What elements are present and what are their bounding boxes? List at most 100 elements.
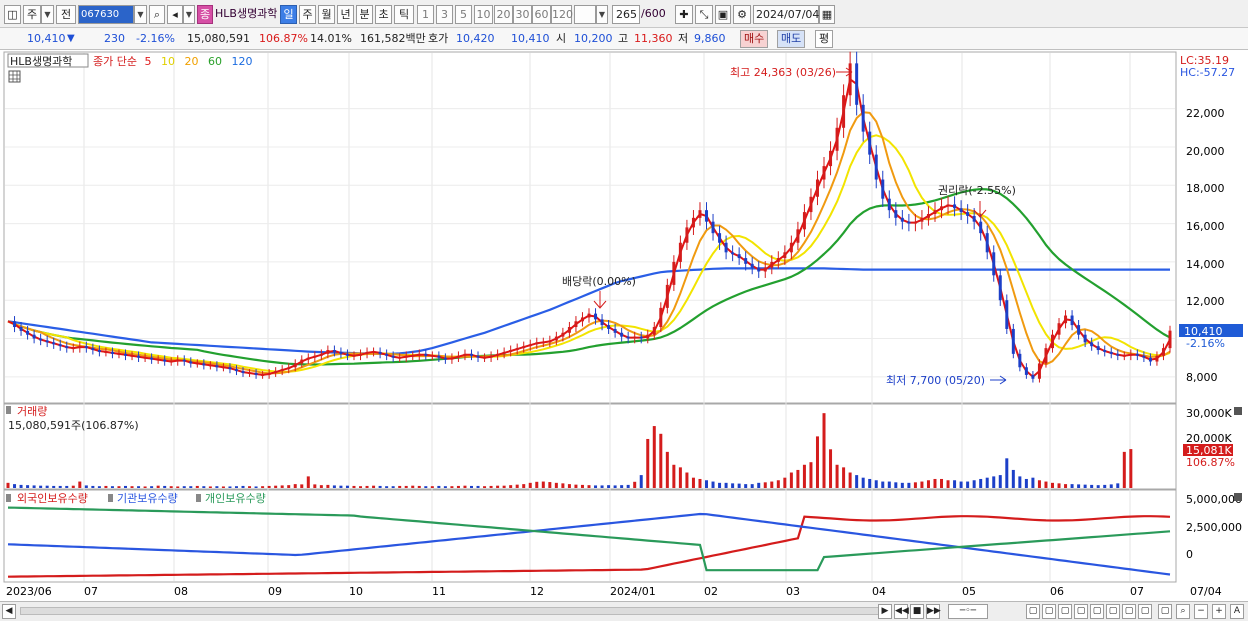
- period-tick-button[interactable]: 틱: [394, 5, 414, 24]
- candle-body: [117, 353, 121, 355]
- search-icon[interactable]: ⌕: [149, 5, 165, 24]
- speaker-icon[interactable]: ◂: [167, 5, 183, 24]
- candle-body: [208, 365, 212, 367]
- scroll-right-icon[interactable]: ▶: [878, 604, 892, 619]
- candle-body: [646, 334, 650, 339]
- period-type-dropdown-icon[interactable]: ▼: [41, 5, 54, 24]
- scroll-track[interactable]: [20, 607, 880, 615]
- volume-bar: [489, 485, 493, 488]
- holdings-panel-marker: [6, 494, 11, 502]
- volume-bar: [241, 485, 245, 488]
- view-mode-5-icon[interactable]: ▢: [1090, 604, 1104, 619]
- calendar-icon[interactable]: ▦: [819, 5, 835, 24]
- interval-custom-input[interactable]: [574, 5, 596, 24]
- candle-body: [1096, 346, 1100, 351]
- bar-count-input[interactable]: 265: [612, 5, 640, 24]
- stock-code-dropdown-icon[interactable]: ▼: [134, 5, 147, 24]
- interval-20-button[interactable]: 20: [494, 5, 513, 24]
- view-mode-2-icon[interactable]: ▢: [1042, 604, 1056, 619]
- zoom-search-icon[interactable]: ⌕: [1176, 604, 1190, 619]
- chart-area[interactable]: HLB생명과학 종가 단순 5 10 20 60 120 최고 24,363 (…: [0, 51, 1248, 621]
- volume-bar: [900, 482, 904, 488]
- volume-bar: [456, 485, 460, 488]
- time-tick-2024-01: 2024/01: [610, 585, 656, 598]
- period-year-button[interactable]: 년: [337, 5, 354, 24]
- interval-30-button[interactable]: 30: [513, 5, 532, 24]
- candle-body: [254, 373, 258, 375]
- rewind-icon[interactable]: ◀◀: [894, 604, 909, 619]
- candle-body: [398, 357, 402, 359]
- period-minute-button[interactable]: 분: [356, 5, 373, 24]
- stock-code-input[interactable]: 067630: [78, 5, 134, 24]
- prev-button[interactable]: 전: [56, 5, 76, 24]
- chart-scrollbar[interactable]: ◀ ▶ ◀◀ ■ ▶▶ ─◦─ ▢ ▢ ▢ ▢ ▢ ▢ ▢ ▢ ▢ ⌕ − + …: [0, 601, 1248, 621]
- candle-body: [326, 350, 330, 354]
- date-input[interactable]: 2024/07/04: [753, 5, 819, 24]
- forward-icon[interactable]: ▶▶: [926, 604, 941, 619]
- speed-slider[interactable]: ─◦─: [948, 604, 988, 619]
- period-day-button[interactable]: 일: [280, 5, 297, 24]
- candle-body: [1077, 325, 1081, 335]
- candle-body: [535, 342, 539, 345]
- volume-bar: [385, 486, 389, 488]
- table-view-icon[interactable]: [8, 70, 21, 83]
- interval-5-button[interactable]: 5: [455, 5, 472, 24]
- volume-bar: [182, 486, 186, 488]
- period-month-button[interactable]: 월: [318, 5, 335, 24]
- volume-bar: [567, 484, 571, 488]
- interval-1-button[interactable]: 1: [417, 5, 434, 24]
- volume-bar: [267, 485, 271, 488]
- volume-bar: [907, 482, 911, 488]
- time-tick-12: 12: [530, 585, 544, 598]
- volume-bar: [548, 482, 552, 488]
- time-tick-02: 02: [704, 585, 718, 598]
- gear-icon[interactable]: ⚙: [733, 5, 751, 24]
- window-menu-icon[interactable]: ◫: [4, 5, 21, 24]
- volume-current-pct: 106.87%: [1186, 456, 1235, 469]
- view-mode-4-icon[interactable]: ▢: [1074, 604, 1088, 619]
- view-mode-8-icon[interactable]: ▢: [1138, 604, 1152, 619]
- interval-custom-dropdown-icon[interactable]: ▼: [596, 5, 608, 24]
- interval-3-button[interactable]: 3: [436, 5, 453, 24]
- stop-icon[interactable]: ■: [910, 604, 924, 619]
- sell-button[interactable]: 매도: [777, 30, 806, 48]
- view-mode-1-icon[interactable]: ▢: [1026, 604, 1040, 619]
- interval-10-button[interactable]: 10: [474, 5, 493, 24]
- candle-body: [587, 313, 591, 318]
- view-mode-3-icon[interactable]: ▢: [1058, 604, 1072, 619]
- volume-bar: [757, 482, 761, 488]
- candle-body: [267, 373, 271, 375]
- view-mode-7-icon[interactable]: ▢: [1122, 604, 1136, 619]
- scroll-left-icon[interactable]: ◀: [2, 604, 16, 619]
- buy-button[interactable]: 매수: [740, 30, 769, 48]
- stock-chart[interactable]: HLB생명과학 종가 단순 5 10 20 60 120 최고 24,363 (…: [0, 51, 1248, 601]
- volume-bar: [776, 480, 780, 488]
- volume-panel-close-icon[interactable]: [1234, 407, 1242, 415]
- interval-120-button[interactable]: 120: [551, 5, 573, 24]
- candle-body: [280, 369, 284, 372]
- candle-body: [1011, 328, 1015, 354]
- flat-button[interactable]: 평: [815, 30, 834, 48]
- zoom-out-icon[interactable]: −: [1194, 604, 1208, 619]
- period-type-button[interactable]: 주: [23, 5, 41, 24]
- interval-60-button[interactable]: 60: [532, 5, 551, 24]
- save-icon[interactable]: ▣: [715, 5, 731, 24]
- period-second-button[interactable]: 초: [375, 5, 392, 24]
- volume-bar: [6, 482, 10, 488]
- zoom-in-icon[interactable]: +: [1212, 604, 1226, 619]
- crosshair-icon[interactable]: ✚: [675, 5, 693, 24]
- volume-bar: [91, 485, 95, 488]
- price-tick-18000: 18,000: [1186, 182, 1225, 195]
- time-tick-07b: 07: [1130, 585, 1144, 598]
- auto-scale-icon[interactable]: A: [1230, 604, 1244, 619]
- speaker-dropdown-icon[interactable]: ▼: [183, 5, 195, 24]
- volume-bar: [143, 486, 147, 488]
- view-mode-9-icon[interactable]: ▢: [1158, 604, 1172, 619]
- period-week-button[interactable]: 주: [299, 5, 316, 24]
- candle-body: [1142, 355, 1146, 358]
- volume-bar: [1122, 451, 1126, 488]
- candle-body: [150, 357, 154, 360]
- holdings-panel-close-icon[interactable]: [1234, 493, 1242, 501]
- view-mode-6-icon[interactable]: ▢: [1106, 604, 1120, 619]
- draw-line-icon[interactable]: ⤡: [695, 5, 713, 24]
